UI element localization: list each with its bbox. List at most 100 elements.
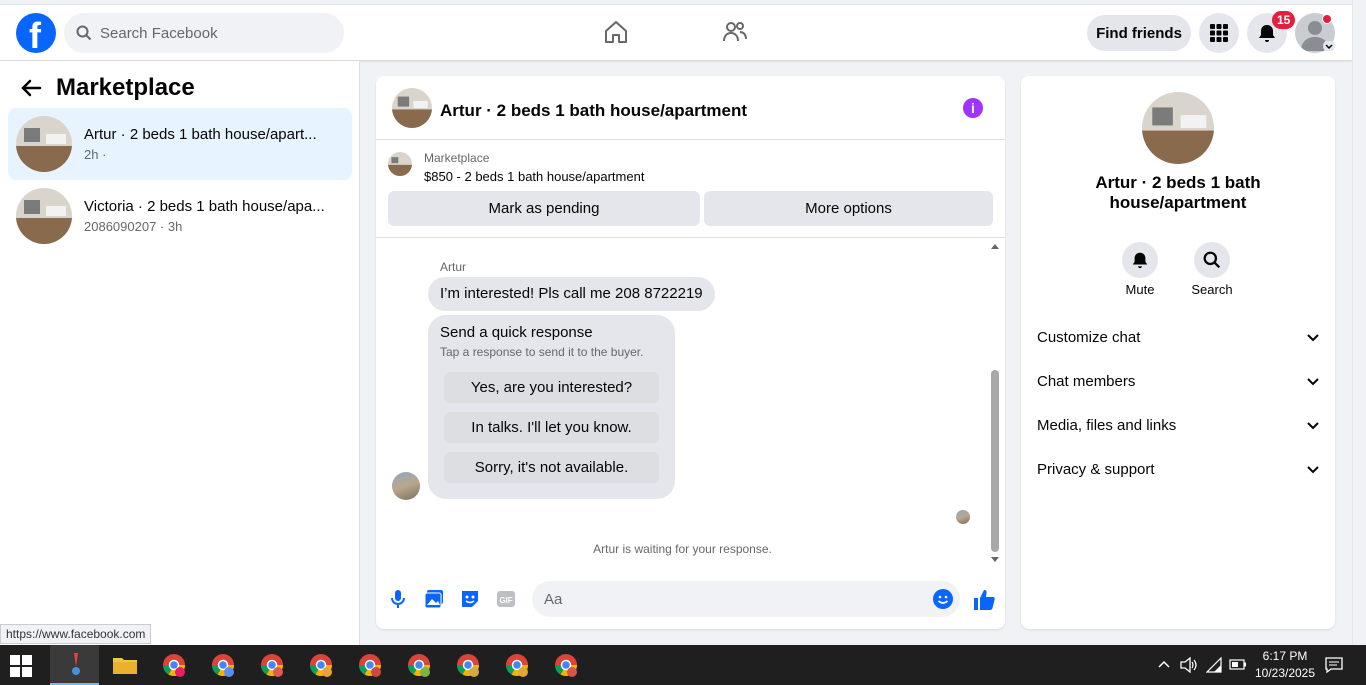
privacy-support-section[interactable]: Privacy & support bbox=[1037, 461, 1319, 478]
scroll-up-arrow-icon[interactable] bbox=[990, 242, 1000, 250]
message-thread: Artur I’m interested! Pls call me 208 87… bbox=[376, 238, 1005, 568]
chat-members-section[interactable]: Chat members bbox=[1037, 373, 1319, 390]
listing-price[interactable]: $850 - 2 beds 1 bath house/apartment bbox=[424, 169, 644, 184]
chat-title[interactable]: Artur · 2 beds 1 bath house/apartment bbox=[440, 101, 747, 121]
listing-small-thumbnail[interactable] bbox=[388, 152, 412, 176]
mark-as-pending-button[interactable]: Mark as pending bbox=[388, 191, 700, 226]
chat-header: Artur · 2 beds 1 bath house/apartment i bbox=[376, 76, 1005, 140]
chrome-icon[interactable] bbox=[503, 651, 531, 679]
scrollbar-thumb[interactable] bbox=[991, 370, 999, 552]
customize-chat-section[interactable]: Customize chat bbox=[1037, 329, 1319, 346]
chevron-down-icon bbox=[1307, 377, 1319, 385]
listing-thumbnail bbox=[16, 188, 72, 244]
more-options-button[interactable]: More options bbox=[704, 191, 993, 226]
friends-icon[interactable] bbox=[722, 19, 748, 45]
conversation-title: Artur · 2 beds 1 bath house/apart... bbox=[84, 126, 317, 143]
quick-response-button[interactable]: In talks. I'll let you know. bbox=[444, 412, 659, 443]
grid-menu-icon bbox=[1210, 24, 1228, 42]
message-input[interactable]: Aa bbox=[532, 581, 960, 617]
sender-name: Artur bbox=[440, 260, 467, 274]
conversation-item[interactable]: Artur · 2 beds 1 bath house/apart... 2h … bbox=[8, 108, 352, 180]
wifi-icon[interactable] bbox=[1206, 657, 1222, 673]
chat-scrollbar[interactable] bbox=[989, 242, 1001, 564]
conversation-title: Victoria · 2 beds 1 bath house/apa... bbox=[84, 198, 325, 215]
windows-taskbar: 6:17 PM 10/23/2025 bbox=[0, 645, 1366, 685]
search-icon bbox=[76, 25, 92, 41]
svg-text:GIF: GIF bbox=[499, 596, 512, 605]
emoji-icon[interactable] bbox=[932, 588, 954, 610]
find-friends-button[interactable]: Find friends bbox=[1087, 15, 1191, 51]
info-icon[interactable]: i bbox=[963, 98, 983, 118]
quick-response-button[interactable]: Yes, are you interested? bbox=[444, 372, 659, 403]
like-thumb-icon[interactable] bbox=[972, 588, 996, 612]
sticker-icon[interactable] bbox=[459, 588, 481, 610]
chrome-icon[interactable] bbox=[405, 651, 433, 679]
chrome-icon[interactable] bbox=[307, 651, 335, 679]
search-icon bbox=[1203, 251, 1221, 269]
file-explorer-icon[interactable] bbox=[111, 651, 139, 679]
search-box[interactable]: Search Facebook bbox=[64, 13, 344, 53]
search-conversation-button[interactable] bbox=[1194, 242, 1230, 278]
conversation-item[interactable]: Victoria · 2 beds 1 bath house/apa... 20… bbox=[8, 180, 352, 252]
message-bubble[interactable]: I’m interested! Pls call me 208 8722219 bbox=[428, 277, 715, 311]
chrome-icon[interactable] bbox=[160, 651, 188, 679]
marketplace-sidebar: Marketplace Artur · 2 beds 1 bath house/… bbox=[0, 61, 360, 645]
conversation-meta: 2h · bbox=[84, 147, 107, 162]
scroll-down-arrow-icon[interactable] bbox=[990, 556, 1000, 564]
home-icon[interactable] bbox=[603, 19, 629, 45]
listing-large-thumbnail bbox=[1142, 92, 1214, 164]
notification-center-icon[interactable] bbox=[1325, 657, 1343, 673]
mute-button[interactable] bbox=[1122, 242, 1158, 278]
quick-response-button[interactable]: Sorry, it's not available. bbox=[444, 452, 659, 483]
taskbar-time[interactable]: 6:17 PM bbox=[1254, 649, 1316, 663]
quick-response-title: Send a quick response bbox=[440, 324, 593, 341]
listing-banner: Marketplace $850 - 2 beds 1 bath house/a… bbox=[376, 140, 1005, 238]
quick-response-subtitle: Tap a response to send it to the buyer. bbox=[440, 345, 644, 359]
chat-panel: Artur · 2 beds 1 bath house/apartment i … bbox=[376, 76, 1005, 629]
quick-response-card: Send a quick response Tap a response to … bbox=[428, 315, 675, 499]
taskbar-date[interactable]: 10/23/2025 bbox=[1254, 666, 1316, 680]
battery-icon[interactable] bbox=[1229, 659, 1247, 670]
gif-icon[interactable]: GIF bbox=[495, 588, 517, 610]
chrome-icon[interactable] bbox=[454, 651, 482, 679]
conversation-meta: 2086090207 · 3h bbox=[84, 219, 183, 234]
chrome-icon[interactable] bbox=[356, 651, 384, 679]
taskbar-active-app[interactable] bbox=[50, 645, 99, 685]
page-title: Marketplace bbox=[56, 74, 195, 101]
status-bar-url: https://www.facebook.com bbox=[0, 624, 152, 644]
chevron-down-icon bbox=[1307, 465, 1319, 473]
status-dot bbox=[1322, 14, 1332, 24]
chrome-icon[interactable] bbox=[258, 651, 286, 679]
windows-start-icon[interactable] bbox=[10, 655, 32, 677]
search-input[interactable]: Search Facebook bbox=[100, 25, 218, 42]
back-arrow-icon[interactable] bbox=[20, 78, 42, 98]
menu-button[interactable] bbox=[1199, 13, 1239, 53]
volume-icon[interactable] bbox=[1180, 657, 1198, 673]
mute-label: Mute bbox=[1125, 282, 1155, 297]
chrome-icon[interactable] bbox=[552, 651, 580, 679]
chevron-up-icon[interactable] bbox=[1158, 660, 1170, 668]
media-files-links-section[interactable]: Media, files and links bbox=[1037, 417, 1319, 434]
search-label: Search bbox=[1191, 282, 1233, 297]
facebook-logo[interactable]: f bbox=[16, 13, 56, 56]
top-navigation-bar: f Search Facebook Find friends 15 bbox=[0, 4, 1352, 60]
listing-avatar[interactable] bbox=[392, 88, 432, 128]
chrome-icon[interactable] bbox=[209, 651, 237, 679]
microphone-icon[interactable] bbox=[387, 588, 409, 610]
section-label: Customize chat bbox=[1037, 329, 1141, 346]
page-scrollbar[interactable] bbox=[1352, 0, 1366, 645]
section-label: Chat members bbox=[1037, 373, 1136, 390]
photo-icon[interactable] bbox=[423, 588, 445, 610]
section-label: Media, files and links bbox=[1037, 417, 1177, 434]
message-composer: GIF Aa bbox=[376, 576, 1005, 626]
chevron-down-icon[interactable] bbox=[1323, 41, 1335, 51]
listing-thumbnail bbox=[16, 116, 72, 172]
sender-avatar[interactable] bbox=[392, 472, 420, 500]
bell-icon bbox=[1132, 252, 1148, 269]
listing-source: Marketplace bbox=[424, 151, 490, 165]
waiting-notice: Artur is waiting for your response. bbox=[593, 542, 772, 556]
chat-details-panel: Artur · 2 beds 1 bath house/apartment Mu… bbox=[1021, 76, 1335, 629]
chevron-down-icon bbox=[1307, 421, 1319, 429]
details-title: Artur · 2 beds 1 bath house/apartment bbox=[1095, 173, 1261, 212]
notification-badge: 15 bbox=[1272, 11, 1296, 29]
